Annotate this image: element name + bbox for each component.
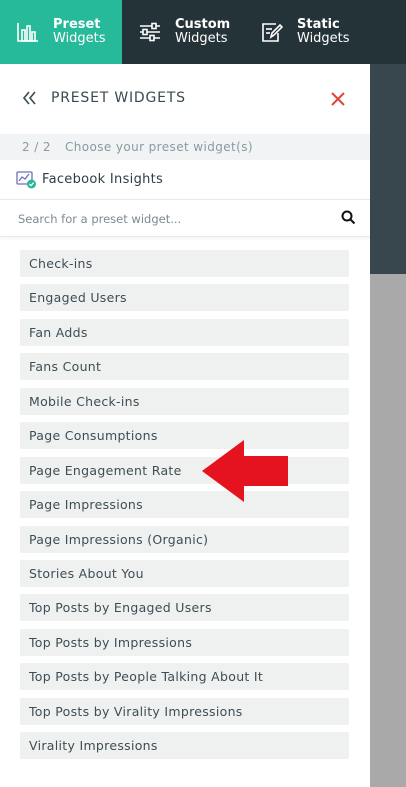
background-overlay-grey bbox=[370, 274, 406, 787]
close-icon[interactable] bbox=[330, 91, 346, 107]
search-input[interactable] bbox=[18, 209, 318, 229]
source-label: Facebook Insights bbox=[42, 172, 164, 187]
widget-item-page-consumptions[interactable]: Page Consumptions bbox=[20, 422, 349, 450]
widget-item-top-posts-engaged-users[interactable]: Top Posts by Engaged Users bbox=[20, 594, 349, 622]
bar-chart-icon bbox=[16, 20, 40, 44]
search-bar bbox=[0, 201, 370, 237]
tab-custom-widgets[interactable]: Custom Widgets bbox=[122, 0, 244, 64]
background-overlay-dark bbox=[370, 64, 406, 274]
panel-title: PRESET WIDGETS bbox=[51, 90, 186, 106]
widget-item-engaged-users[interactable]: Engaged Users bbox=[20, 284, 349, 312]
tab-subtitle: Widgets bbox=[297, 31, 350, 46]
step-count: 2 / 2 bbox=[22, 140, 51, 154]
tab-preset-widgets[interactable]: Preset Widgets bbox=[0, 0, 122, 64]
red-arrow-annotation bbox=[202, 440, 288, 502]
data-source: Facebook Insights bbox=[0, 160, 370, 200]
widget-item-top-posts-impressions[interactable]: Top Posts by Impressions bbox=[20, 628, 349, 656]
edit-icon bbox=[260, 20, 284, 44]
widget-item-check-ins[interactable]: Check-ins bbox=[20, 250, 349, 277]
panel-header: PRESET WIDGETS bbox=[0, 64, 370, 134]
sliders-icon bbox=[138, 20, 162, 44]
widget-item-fan-adds[interactable]: Fan Adds bbox=[20, 318, 349, 346]
preset-widget-list: Check-ins Engaged Users Fan Adds Fans Co… bbox=[20, 250, 349, 767]
widget-item-virality-impressions[interactable]: Virality Impressions bbox=[20, 732, 349, 760]
preset-widgets-panel: PRESET WIDGETS 2 / 2 Choose your preset … bbox=[0, 64, 370, 787]
widget-item-page-impressions-organic[interactable]: Page Impressions (Organic) bbox=[20, 525, 349, 553]
widget-item-top-posts-people-talking[interactable]: Top Posts by People Talking About It bbox=[20, 663, 349, 691]
widget-item-page-impressions[interactable]: Page Impressions bbox=[20, 491, 349, 519]
double-chevron-left-icon[interactable] bbox=[22, 90, 38, 106]
step-indicator: 2 / 2 Choose your preset widget(s) bbox=[0, 134, 370, 160]
tab-subtitle: Widgets bbox=[53, 31, 106, 46]
widget-item-mobile-check-ins[interactable]: Mobile Check-ins bbox=[20, 387, 349, 415]
facebook-insights-icon bbox=[16, 169, 38, 191]
widget-item-stories-about-you[interactable]: Stories About You bbox=[20, 559, 349, 587]
search-icon[interactable] bbox=[341, 210, 356, 225]
tab-title: Preset bbox=[53, 17, 101, 32]
tab-title: Static bbox=[297, 17, 340, 32]
step-description: Choose your preset widget(s) bbox=[64, 140, 253, 154]
tab-title: Custom bbox=[175, 17, 231, 32]
tab-subtitle: Widgets bbox=[175, 31, 228, 46]
widget-item-fans-count[interactable]: Fans Count bbox=[20, 353, 349, 381]
widget-item-page-engagement-rate[interactable]: Page Engagement Rate bbox=[20, 456, 349, 484]
tab-static-widgets[interactable]: Static Widgets bbox=[244, 0, 406, 64]
widget-item-top-posts-virality-impressions[interactable]: Top Posts by Virality Impressions bbox=[20, 697, 349, 725]
widget-type-tabs: Preset Widgets Custom Widgets Static Wid… bbox=[0, 0, 406, 64]
